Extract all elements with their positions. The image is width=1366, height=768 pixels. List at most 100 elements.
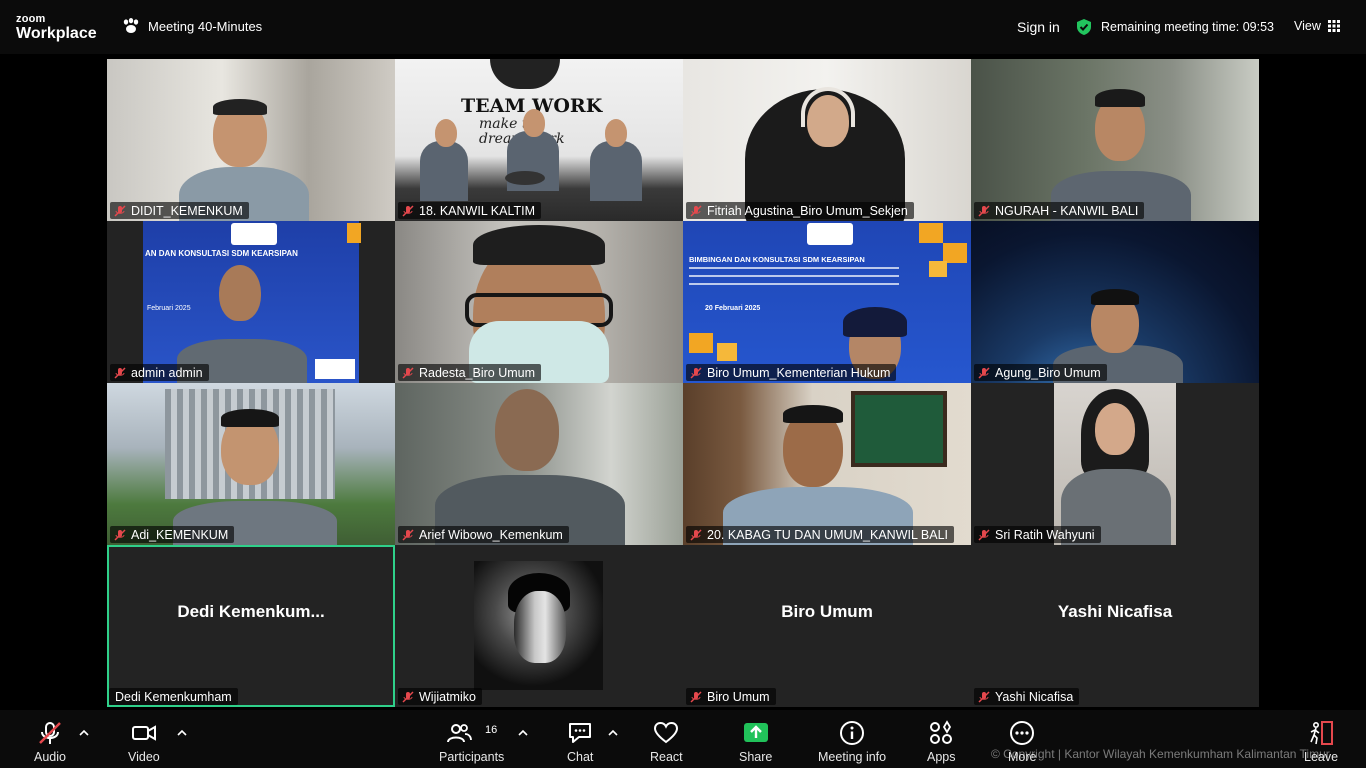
- profile-photo: [474, 561, 603, 690]
- participants-label: Participants: [439, 750, 505, 764]
- video-tile[interactable]: AN DAN KONSULTASI SDM KEARSIPAN Februari…: [107, 221, 395, 383]
- video-feed: [107, 383, 395, 545]
- audio-label: Audio: [34, 750, 66, 764]
- participant-name: NGURAH - KANWIL BALI: [995, 203, 1139, 218]
- video-tile[interactable]: Adi_KEMENKUM: [107, 383, 395, 545]
- participant-display-name: Biro Umum: [781, 602, 873, 621]
- mic-muted-icon: [114, 204, 126, 217]
- slide-date: 20 Februari 2025: [705, 305, 761, 312]
- video-button[interactable]: Video: [128, 720, 160, 764]
- participant-nameplate: 20. KABAG TU DAN UMUM_KANWIL BALI: [686, 526, 955, 543]
- video-feed: [971, 221, 1259, 383]
- video-camera-icon: [131, 725, 156, 741]
- participant-nameplate: Adi_KEMENKUM: [110, 526, 235, 543]
- sign-in-link[interactable]: Sign in: [1017, 19, 1060, 35]
- video-feed: [107, 59, 395, 221]
- participant-nameplate: Arief Wibowo_Kemenkum: [398, 526, 569, 543]
- chevron-up-icon[interactable]: [79, 728, 89, 738]
- participant-name: Yashi Nicafisa: [995, 689, 1074, 704]
- participant-display-name: Yashi Nicafisa: [1057, 602, 1173, 621]
- grid-view-icon: [1327, 20, 1340, 32]
- share-label: Share: [739, 750, 773, 764]
- video-tile[interactable]: Yashi Nicafisa Yashi Nicafisa: [971, 545, 1259, 707]
- paw-icon: [123, 18, 139, 33]
- participant-name: Agung_Biro Umum: [995, 365, 1101, 380]
- video-tile[interactable]: Arief Wibowo_Kemenkum: [395, 383, 683, 545]
- video-tile[interactable]: BIMBINGAN DAN KONSULTASI SDM KEARSIPAN 2…: [683, 221, 971, 383]
- top-bar: zoom Workplace Meeting 40-Minutes Sign i…: [0, 0, 1366, 54]
- meeting-info-label: Meeting info: [818, 750, 887, 764]
- meeting-title-text: Meeting 40-Minutes: [148, 18, 263, 34]
- participant-nameplate: NGURAH - KANWIL BALI: [974, 202, 1145, 219]
- participant-name: Radesta_Biro Umum: [419, 365, 536, 380]
- mic-muted-icon: [978, 366, 990, 379]
- video-tile[interactable]: 20. KABAG TU DAN UMUM_KANWIL BALI: [683, 383, 971, 545]
- participant-nameplate: Sri Ratih Wahyuni: [974, 526, 1101, 543]
- logo-zoom-text: zoom: [16, 13, 46, 25]
- participant-name: Sri Ratih Wahyuni: [995, 527, 1095, 542]
- share-button[interactable]: Share: [739, 720, 772, 764]
- video-feed: [395, 383, 683, 545]
- participant-name: Wijiatmiko: [419, 689, 476, 704]
- slide-date: Februari 2025: [147, 305, 191, 312]
- participant-name: 20. KABAG TU DAN UMUM_KANWIL BALI: [707, 527, 949, 542]
- share-screen-icon: [743, 723, 768, 742]
- mic-muted-icon: [402, 366, 414, 379]
- mic-muted-icon: [39, 722, 61, 744]
- react-button[interactable]: React: [650, 720, 683, 764]
- participant-nameplate: 18. KANWIL KALTIM: [398, 202, 542, 219]
- slide-title: BIMBINGAN DAN KONSULTASI SDM KEARSIPAN: [689, 255, 865, 264]
- copyright-watermark: © Copyright | Kantor Wilayah Kemenkumham…: [991, 747, 1330, 761]
- more-icon: [1010, 721, 1035, 745]
- view-button[interactable]: View: [1294, 19, 1340, 33]
- audio-button[interactable]: Audio: [34, 720, 66, 764]
- video-tile[interactable]: TEAM WORK make the dream work 18. KANWIL…: [395, 59, 683, 221]
- mic-muted-icon: [402, 690, 414, 703]
- mic-muted-icon: [402, 528, 414, 541]
- participant-nameplate: Dedi Kemenkumham: [109, 688, 238, 705]
- chevron-up-icon[interactable]: [177, 728, 187, 738]
- zoom-logo: zoom Workplace: [16, 14, 97, 42]
- video-tile[interactable]: DIDIT_KEMENKUM: [107, 59, 395, 221]
- participant-nameplate: Yashi Nicafisa: [974, 688, 1080, 705]
- video-feed: [395, 221, 683, 383]
- video-feed: [683, 59, 971, 221]
- mic-muted-icon: [978, 690, 990, 703]
- chevron-up-icon[interactable]: [608, 728, 618, 738]
- chat-label: Chat: [567, 750, 594, 764]
- video-tile[interactable]: Agung_Biro Umum: [971, 221, 1259, 383]
- remaining-time: Remaining meeting time: 09:53: [1075, 18, 1274, 36]
- participant-name: Dedi Kemenkumham: [115, 689, 232, 704]
- participant-nameplate: Radesta_Biro Umum: [398, 364, 542, 381]
- video-feed: [971, 59, 1259, 221]
- mic-muted-icon: [978, 204, 990, 217]
- video-tile[interactable]: Wijiatmiko: [395, 545, 683, 707]
- view-label: View: [1294, 19, 1321, 33]
- participants-count: 16: [485, 724, 498, 736]
- slide-title: AN DAN KONSULTASI SDM KEARSIPAN: [145, 249, 298, 258]
- video-tile-active-speaker[interactable]: Dedi Kemenkum... Dedi Kemenkumham: [107, 545, 395, 707]
- video-tile[interactable]: Fitriah Agustina_Biro Umum_Sekjen: [683, 59, 971, 221]
- meeting-title[interactable]: Meeting 40-Minutes: [122, 18, 262, 34]
- video-tile[interactable]: Sri Ratih Wahyuni: [971, 383, 1259, 545]
- meeting-info-button[interactable]: Meeting info: [818, 720, 886, 764]
- video-tile[interactable]: Radesta_Biro Umum: [395, 221, 683, 383]
- chat-icon: [569, 723, 592, 743]
- chevron-up-icon[interactable]: [518, 728, 528, 738]
- mic-muted-icon: [978, 528, 990, 541]
- heart-icon: [654, 721, 679, 744]
- video-feed: AN DAN KONSULTASI SDM KEARSIPAN Februari…: [107, 221, 395, 383]
- participants-icon: [446, 724, 472, 743]
- apps-icon: [930, 720, 953, 744]
- participant-nameplate: Wijiatmiko: [398, 688, 482, 705]
- chat-button[interactable]: Chat: [567, 720, 593, 764]
- apps-label: Apps: [927, 750, 956, 764]
- video-tile[interactable]: NGURAH - KANWIL BALI: [971, 59, 1259, 221]
- apps-button[interactable]: Apps: [927, 720, 956, 764]
- participant-name: Adi_KEMENKUM: [131, 527, 229, 542]
- video-feed: [683, 383, 971, 545]
- mic-muted-icon: [690, 528, 702, 541]
- participant-nameplate: Agung_Biro Umum: [974, 364, 1107, 381]
- video-grid: DIDIT_KEMENKUM TEAM WORK make the dream …: [107, 59, 1259, 707]
- video-tile[interactable]: Biro Umum Biro Umum: [683, 545, 971, 707]
